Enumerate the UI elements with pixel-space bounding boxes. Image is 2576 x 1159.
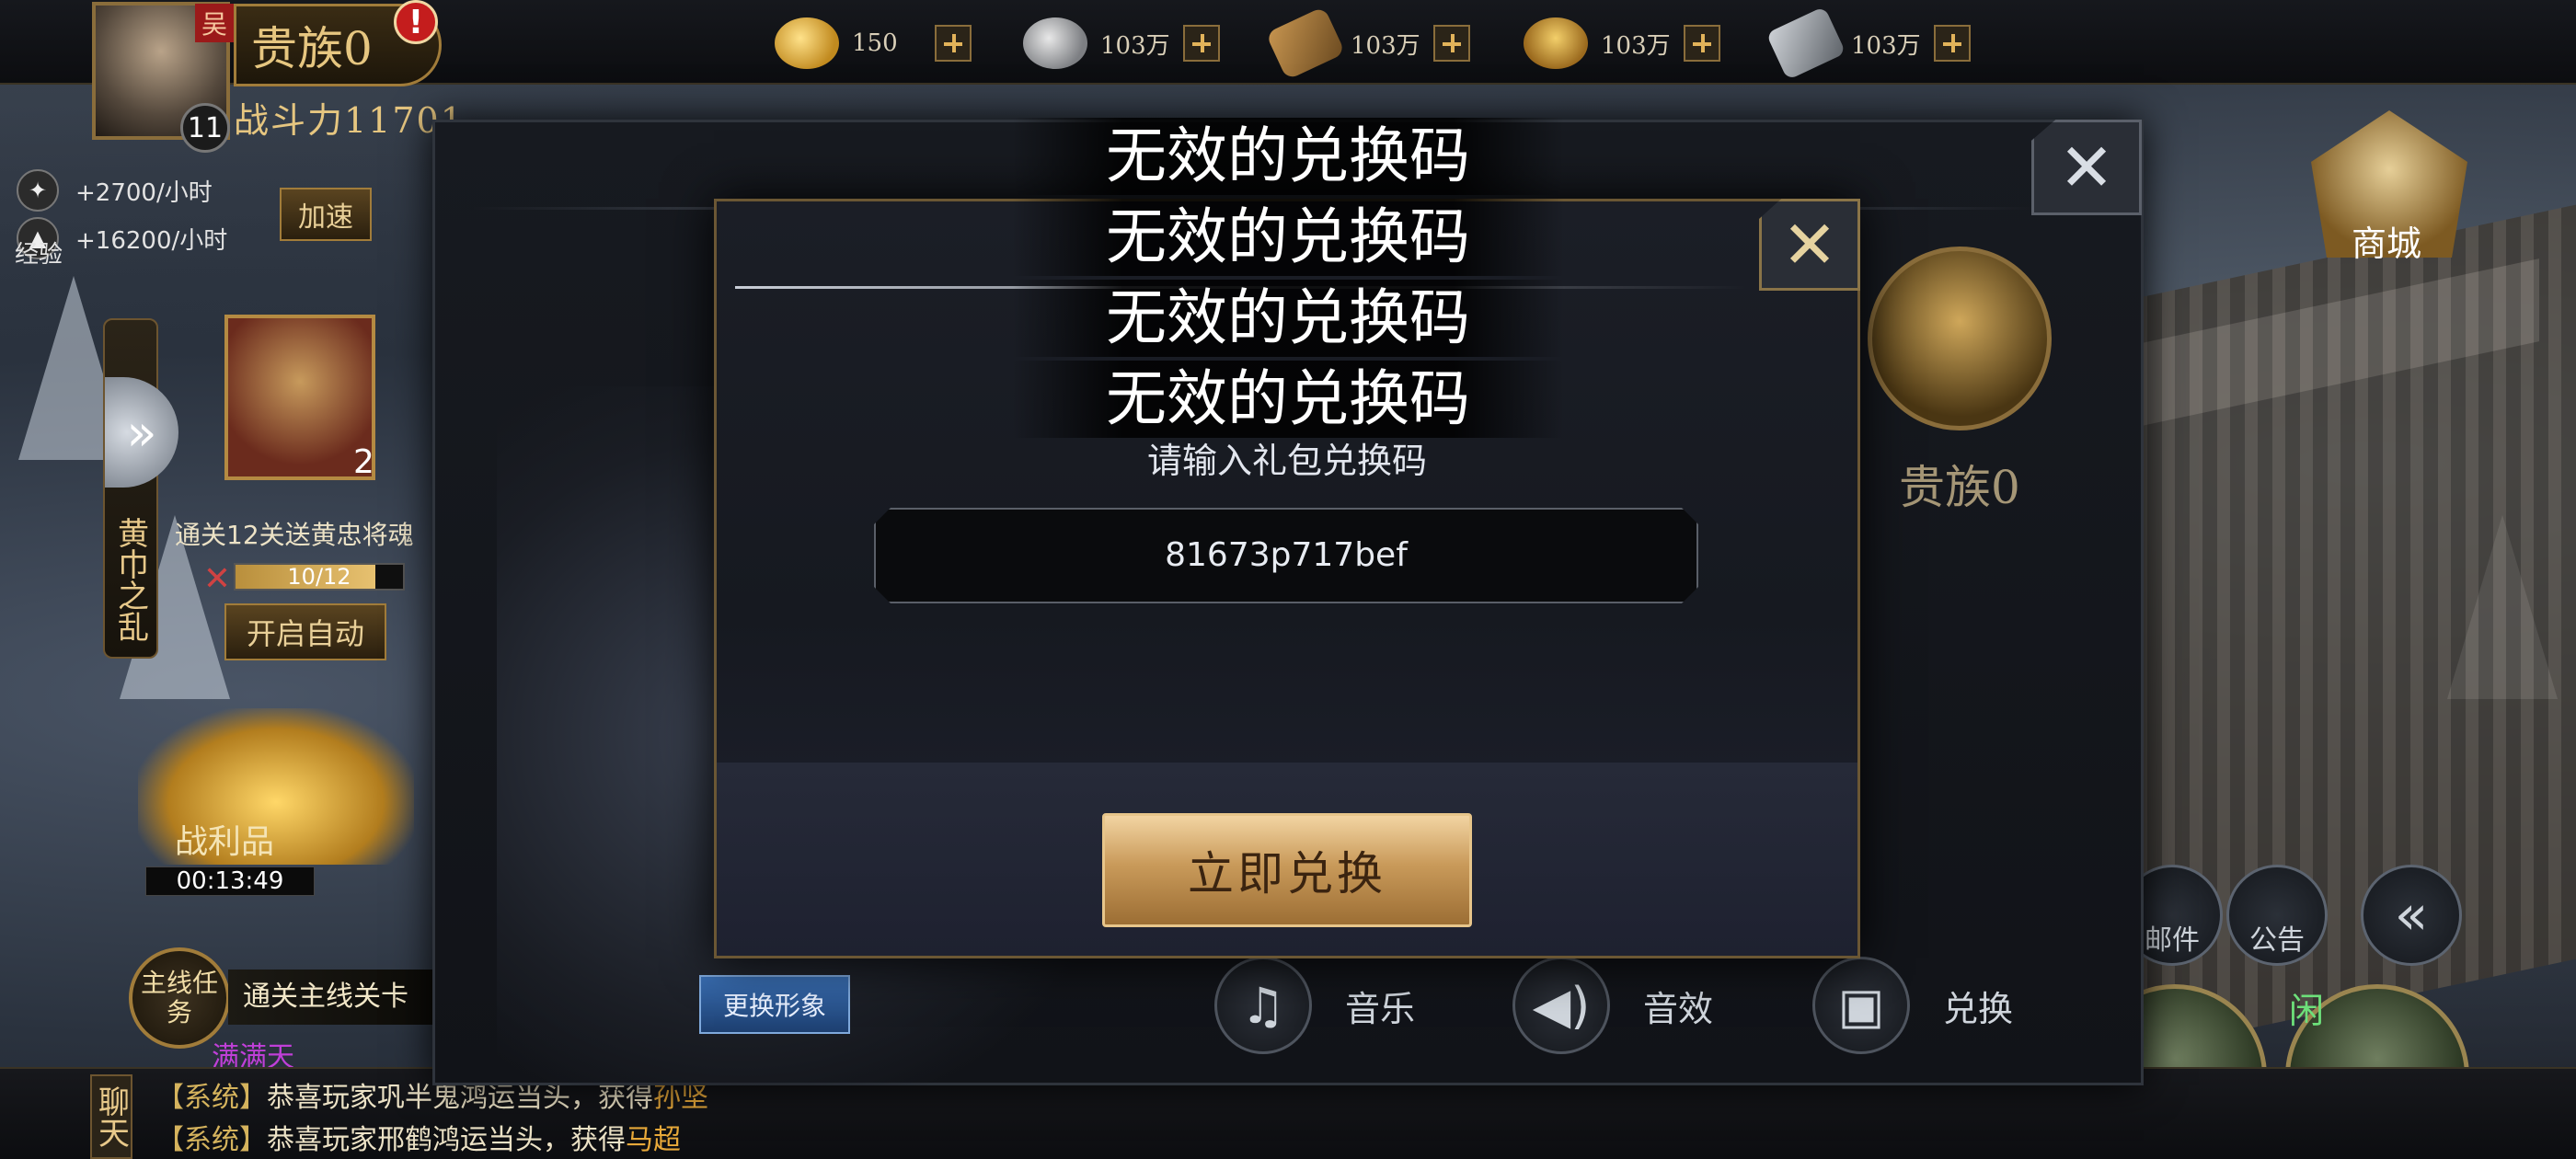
error-toast: 无效的兑换码 — [1012, 280, 1564, 357]
resource-gold: 150 — [775, 13, 972, 74]
redeem-close-icon[interactable]: ✕ — [1759, 199, 1860, 291]
wood-value: 103万 — [1351, 31, 1420, 60]
redeem-setting[interactable]: ▣ 兑换 — [1812, 955, 2013, 1056]
redeem-prompt: 请输入礼包兑换码 — [1146, 441, 1427, 481]
chat-channel: 【系统】 — [156, 1082, 267, 1114]
loot-label: 战利品 — [175, 823, 275, 861]
main-quest-text[interactable]: 通关主线关卡 — [228, 970, 440, 1025]
redeem-label: 兑换 — [1943, 988, 2014, 1029]
gold-ingot-icon — [775, 17, 839, 69]
progress-text: 10/12 — [287, 564, 351, 590]
alert-icon: ! — [394, 0, 438, 44]
chat-channel: 【系统】 — [156, 1124, 267, 1156]
sound-effect-setting[interactable]: ◀) 音效 — [1512, 955, 1713, 1056]
music-setting[interactable]: ♫ 音乐 — [1214, 955, 1415, 1056]
shop-label[interactable]: 商城 — [2352, 215, 2421, 266]
add-wood-button[interactable] — [1433, 25, 1470, 62]
grain-icon — [1524, 17, 1588, 69]
chat-tab[interactable]: 聊天 — [90, 1074, 132, 1159]
speaker-icon: ◀) — [1512, 957, 1610, 1054]
error-toast: 无效的兑换码 — [1012, 361, 1564, 438]
noble-emblem-icon — [1868, 247, 2052, 430]
auto-battle-button[interactable]: 开启自动 — [224, 603, 386, 660]
hero-quest-text: 通关12关送黄忠将魂 — [175, 520, 414, 550]
resource-wood: 103万 — [1265, 6, 1470, 81]
chat-message: 恭喜玩家邢鹤鸿运当头，获得 — [267, 1124, 626, 1156]
redeem-code-input[interactable]: 81673p717bef — [874, 508, 1698, 603]
add-gold-button[interactable] — [935, 25, 972, 62]
notice-label: 公告 — [2249, 924, 2305, 957]
crossed-swords-icon: ✕ — [202, 560, 232, 598]
campaign-side-tab[interactable]: 黄巾之乱 — [103, 318, 158, 659]
copper-coin-icon — [1023, 17, 1087, 69]
loot-timer: 00:13:49 — [145, 866, 315, 896]
combat-power: 战斗力11701 — [234, 100, 465, 141]
error-toast: 无效的兑换码 — [1012, 118, 1564, 195]
hero-quest-count: 2 — [353, 443, 374, 481]
resource-coin: 103万 — [1023, 13, 1220, 74]
chat-item: 孙坚 — [653, 1082, 708, 1114]
music-note-icon: ♫ — [1214, 957, 1312, 1054]
coin-value: 103万 — [1100, 31, 1170, 60]
resource-iron: 103万 — [1765, 6, 1971, 81]
settings-close-icon[interactable]: ✕ — [2031, 120, 2142, 215]
player-level: 11 — [180, 103, 230, 153]
chat-message: 恭喜玩家巩半鬼鸿运当头，获得 — [267, 1082, 653, 1114]
faction-tag: 吴 — [195, 4, 234, 42]
speedup-button[interactable]: 加速 — [280, 188, 372, 241]
sound-effect-label: 音效 — [1643, 988, 1714, 1029]
change-look-button[interactable]: 更换形象 — [699, 975, 850, 1034]
chat-line: 【系统】恭喜玩家邢鹤鸿运当头，获得马超 — [156, 1117, 681, 1157]
chat-item: 马超 — [626, 1124, 681, 1156]
rate-text: +16200/小时 — [75, 226, 228, 255]
exp-label: 经验 — [15, 241, 63, 269]
music-label: 音乐 — [1345, 988, 1416, 1029]
idle-tag: 闲 — [2289, 991, 2325, 1031]
noble-level-label: 贵族0 — [1899, 461, 2020, 514]
add-coin-button[interactable] — [1183, 25, 1220, 62]
grain-value: 103万 — [1601, 31, 1671, 60]
mail-label: 邮件 — [2145, 924, 2200, 957]
hero-quest-progress: 10/12 — [234, 563, 405, 591]
gem-icon: ✦ — [17, 169, 59, 212]
error-toast: 无效的兑换码 — [1012, 199, 1564, 276]
collapse-double-chevron-icon[interactable]: « — [2361, 865, 2462, 966]
iron-icon — [1765, 6, 1846, 81]
redeem-now-button[interactable]: 立即兑换 — [1102, 813, 1472, 927]
wood-icon — [1265, 6, 1346, 81]
iron-value: 103万 — [1851, 31, 1921, 60]
add-grain-button[interactable] — [1684, 25, 1720, 62]
add-iron-button[interactable] — [1934, 25, 1971, 62]
gold-value: 150 — [852, 29, 898, 57]
rate-text: +2700/小时 — [75, 178, 213, 207]
notice-button[interactable]: 公告 — [2226, 865, 2328, 966]
gift-icon: ▣ — [1812, 957, 1910, 1054]
resource-grain: 103万 — [1524, 13, 1720, 74]
resource-rate-row: ✦ +2700/小时 — [17, 169, 213, 212]
